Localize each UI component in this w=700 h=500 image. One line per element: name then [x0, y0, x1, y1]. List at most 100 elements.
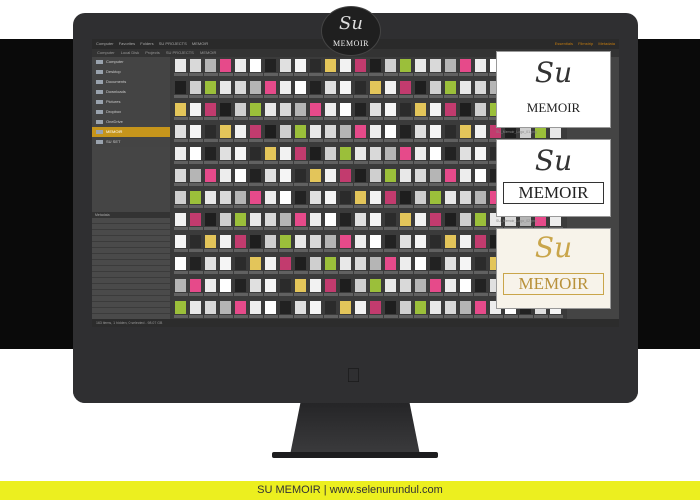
- thumbnail[interactable]: [220, 257, 231, 270]
- thumbnail[interactable]: [205, 257, 216, 270]
- thumbnail[interactable]: [355, 59, 366, 72]
- thumbnail[interactable]: [430, 257, 441, 270]
- thumbnail[interactable]: [340, 59, 351, 72]
- thumbnail[interactable]: [175, 301, 186, 314]
- thumbnail[interactable]: [310, 191, 321, 204]
- thumbnail[interactable]: [460, 301, 471, 314]
- thumbnail[interactable]: [445, 169, 456, 182]
- thumbnail[interactable]: [250, 235, 261, 248]
- thumbnail[interactable]: [235, 279, 246, 292]
- thumbnail[interactable]: [295, 103, 306, 116]
- thumbnail[interactable]: [265, 279, 276, 292]
- thumbnail[interactable]: [235, 235, 246, 248]
- thumbnail[interactable]: [205, 279, 216, 292]
- thumbnail[interactable]: [220, 213, 231, 226]
- breadcrumb-item[interactable]: Local Disk: [121, 50, 139, 55]
- thumbnail[interactable]: [205, 169, 216, 182]
- thumbnail[interactable]: [190, 81, 201, 94]
- thumbnail[interactable]: [355, 81, 366, 94]
- thumbnail[interactable]: [415, 235, 426, 248]
- thumbnail[interactable]: [385, 103, 396, 116]
- thumbnail[interactable]: [475, 125, 486, 138]
- thumbnail[interactable]: [310, 125, 321, 138]
- thumbnail[interactable]: [205, 191, 216, 204]
- thumbnail[interactable]: [325, 235, 336, 248]
- thumbnail[interactable]: [280, 147, 291, 160]
- thumbnail[interactable]: [475, 279, 486, 292]
- thumbnail[interactable]: [235, 125, 246, 138]
- thumbnail[interactable]: [175, 257, 186, 270]
- thumbnail[interactable]: [430, 213, 441, 226]
- folder-item[interactable]: OneDrive: [92, 117, 170, 127]
- thumbnail[interactable]: [205, 59, 216, 72]
- thumbnail[interactable]: [325, 279, 336, 292]
- thumbnail[interactable]: [235, 213, 246, 226]
- thumbnail[interactable]: [445, 103, 456, 116]
- thumbnail[interactable]: [430, 59, 441, 72]
- workspace-tab[interactable]: Filmstrip: [578, 41, 593, 46]
- thumbnail[interactable]: [475, 301, 486, 314]
- breadcrumb-item[interactable]: Computer: [97, 50, 115, 55]
- thumbnail[interactable]: [460, 279, 471, 292]
- thumbnail[interactable]: [175, 191, 186, 204]
- thumbnail[interactable]: [355, 125, 366, 138]
- thumbnail[interactable]: [265, 257, 276, 270]
- thumbnail[interactable]: [355, 235, 366, 248]
- thumbnail[interactable]: [475, 147, 486, 160]
- thumbnail[interactable]: [265, 235, 276, 248]
- thumbnail[interactable]: [355, 301, 366, 314]
- thumbnail[interactable]: [430, 103, 441, 116]
- menu-item[interactable]: Computer: [96, 41, 114, 46]
- thumbnail[interactable]: [220, 169, 231, 182]
- thumbnail[interactable]: [445, 301, 456, 314]
- thumbnail[interactable]: [415, 125, 426, 138]
- thumbnail[interactable]: [250, 81, 261, 94]
- thumbnail[interactable]: [250, 59, 261, 72]
- thumbnail[interactable]: [340, 235, 351, 248]
- thumbnail[interactable]: [280, 301, 291, 314]
- thumbnail[interactable]: [415, 257, 426, 270]
- thumbnail[interactable]: [220, 147, 231, 160]
- thumbnail[interactable]: [370, 147, 381, 160]
- thumbnail[interactable]: [310, 59, 321, 72]
- thumbnail[interactable]: [370, 235, 381, 248]
- thumbnail[interactable]: [430, 279, 441, 292]
- thumbnail[interactable]: [295, 169, 306, 182]
- thumbnail[interactable]: [370, 103, 381, 116]
- thumbnail[interactable]: [280, 59, 291, 72]
- preview-image-3[interactable]: Su MEMOIR: [496, 228, 611, 309]
- thumbnail[interactable]: [280, 213, 291, 226]
- thumbnail[interactable]: [235, 257, 246, 270]
- thumbnail[interactable]: [415, 81, 426, 94]
- thumbnail[interactable]: [265, 59, 276, 72]
- thumbnail[interactable]: [325, 213, 336, 226]
- thumbnail[interactable]: [205, 301, 216, 314]
- thumbnail[interactable]: [190, 191, 201, 204]
- thumbnail[interactable]: [280, 81, 291, 94]
- thumbnail[interactable]: [235, 169, 246, 182]
- thumbnail[interactable]: [235, 103, 246, 116]
- thumbnail[interactable]: [280, 103, 291, 116]
- thumbnail[interactable]: [325, 147, 336, 160]
- thumbnail[interactable]: [310, 235, 321, 248]
- thumbnail[interactable]: [220, 81, 231, 94]
- thumbnail[interactable]: [235, 301, 246, 314]
- thumbnail[interactable]: [250, 279, 261, 292]
- thumbnail[interactable]: [175, 279, 186, 292]
- thumbnail[interactable]: [310, 301, 321, 314]
- thumbnail[interactable]: [445, 59, 456, 72]
- workspace-tab[interactable]: Metadata: [598, 41, 615, 46]
- thumbnail[interactable]: [460, 147, 471, 160]
- thumbnail[interactable]: [190, 59, 201, 72]
- thumbnail[interactable]: [445, 125, 456, 138]
- thumbnail[interactable]: [445, 147, 456, 160]
- thumbnail[interactable]: [280, 191, 291, 204]
- thumbnail[interactable]: [295, 147, 306, 160]
- thumbnail[interactable]: [310, 103, 321, 116]
- thumbnail[interactable]: [265, 213, 276, 226]
- breadcrumb-item[interactable]: MEMOIR: [200, 50, 216, 55]
- thumbnail[interactable]: [250, 147, 261, 160]
- thumbnail[interactable]: [310, 81, 321, 94]
- thumbnail[interactable]: [175, 81, 186, 94]
- thumbnail[interactable]: [445, 81, 456, 94]
